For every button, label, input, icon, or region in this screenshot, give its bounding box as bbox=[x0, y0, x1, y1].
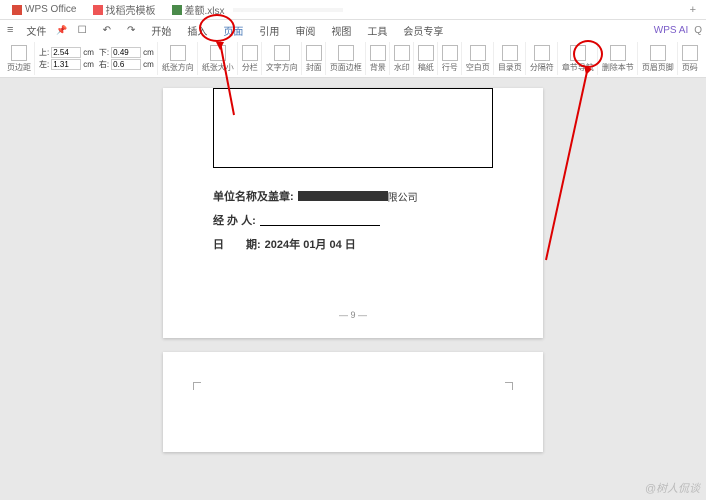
undo-icon[interactable]: ↶ bbox=[97, 23, 117, 38]
margin-right-input[interactable] bbox=[111, 59, 141, 70]
app-tab-wps[interactable]: WPS Office bbox=[4, 2, 85, 17]
ribbon-toolbar: 页边距 上:cm下:cm 左:cm右:cm 纸张方向 纸张大小 分栏 文字方向 … bbox=[0, 40, 706, 78]
menu-file[interactable]: 文件 bbox=[20, 21, 52, 40]
new-tab-button[interactable]: + bbox=[684, 2, 702, 18]
tool-page-margin[interactable]: 页边距 bbox=[4, 42, 35, 75]
menu-reference[interactable]: 引用 bbox=[253, 21, 285, 40]
app-tab-template[interactable]: 找稻壳模板 bbox=[85, 0, 164, 19]
document-page-1: 单位名称及盖章: 限公司 经 办 人: 日 期: 2024年 01月 04 日 … bbox=[163, 88, 543, 338]
menu-review[interactable]: 审阅 bbox=[289, 21, 321, 40]
page-number: — 9 — bbox=[213, 302, 493, 328]
menu-view[interactable]: 视图 bbox=[325, 21, 357, 40]
search-icon[interactable]: Q bbox=[694, 25, 702, 36]
menu-tools[interactable]: 工具 bbox=[361, 21, 393, 40]
save-icon[interactable]: ☐ bbox=[72, 23, 93, 38]
tool-chapter-nav[interactable]: 章节导航 bbox=[559, 42, 598, 75]
tool-text-direction[interactable]: 文字方向 bbox=[263, 42, 302, 75]
margin-left-input[interactable] bbox=[51, 59, 81, 70]
tool-page-border[interactable]: 页面边框 bbox=[327, 42, 366, 75]
menu-insert[interactable]: 插入 bbox=[181, 21, 213, 40]
redo-icon[interactable]: ↷ bbox=[121, 23, 141, 38]
tool-background[interactable]: 背景 bbox=[367, 42, 390, 75]
wps-icon bbox=[12, 5, 22, 15]
margin-corner-tl bbox=[193, 382, 201, 390]
tab-bar: WPS Office 找稻壳模板 差额.xlsx + bbox=[0, 0, 706, 20]
image-watermark: @树人侃谈 bbox=[645, 480, 700, 496]
menu-page[interactable]: 页面 bbox=[217, 21, 249, 40]
menu-member[interactable]: 会员专享 bbox=[397, 21, 449, 40]
sheet-icon bbox=[172, 5, 182, 15]
app-tab-current[interactable] bbox=[233, 8, 343, 12]
tool-cover[interactable]: 封面 bbox=[303, 42, 326, 75]
document-canvas[interactable]: 单位名称及盖章: 限公司 经 办 人: 日 期: 2024年 01月 04 日 … bbox=[0, 78, 706, 500]
tool-blank-page[interactable]: 空白页 bbox=[463, 42, 494, 75]
date-line: 日 期: 2024年 01月 04 日 bbox=[213, 236, 493, 252]
template-icon bbox=[93, 5, 103, 15]
menu-start[interactable]: 开始 bbox=[145, 21, 177, 40]
tool-delete-section[interactable]: 删除本节 bbox=[599, 42, 638, 75]
tool-page-number[interactable]: 页码 bbox=[679, 42, 701, 75]
margin-corner-tr bbox=[505, 382, 513, 390]
pin-icon[interactable]: 📌 bbox=[56, 25, 67, 36]
tool-separator[interactable]: 分隔符 bbox=[527, 42, 558, 75]
margin-bottom-input[interactable] bbox=[111, 47, 141, 58]
margin-top-input[interactable] bbox=[51, 47, 81, 58]
handler-line: 经 办 人: bbox=[213, 212, 493, 228]
tool-paper-size[interactable]: 纸张大小 bbox=[199, 42, 238, 75]
margin-inputs: 上:cm下:cm 左:cm右:cm bbox=[36, 42, 158, 75]
tool-paper-direction[interactable]: 纸张方向 bbox=[159, 42, 198, 75]
redacted-text bbox=[298, 191, 388, 201]
tool-toc-page[interactable]: 目录页 bbox=[495, 42, 526, 75]
document-page-2 bbox=[163, 352, 543, 452]
menu-bar: ≡ 文件 📌 ☐ ↶ ↷ 开始 插入 页面 引用 审阅 视图 工具 会员专享 W… bbox=[0, 20, 706, 40]
hamburger-icon[interactable]: ≡ bbox=[4, 24, 16, 36]
text-box[interactable] bbox=[213, 88, 493, 168]
app-tab-other[interactable] bbox=[343, 8, 443, 12]
wps-ai-button[interactable]: WPS AI bbox=[654, 25, 688, 36]
tool-line-number[interactable]: 行号 bbox=[439, 42, 462, 75]
tool-header-footer[interactable]: 页眉页脚 bbox=[639, 42, 678, 75]
org-name-line: 单位名称及盖章: 限公司 bbox=[213, 188, 493, 204]
tool-watermark[interactable]: 水印 bbox=[391, 42, 414, 75]
app-tab-xlsx[interactable]: 差额.xlsx bbox=[164, 0, 233, 19]
tool-gutter[interactable]: 稿纸 bbox=[415, 42, 438, 75]
tool-columns[interactable]: 分栏 bbox=[239, 42, 262, 75]
